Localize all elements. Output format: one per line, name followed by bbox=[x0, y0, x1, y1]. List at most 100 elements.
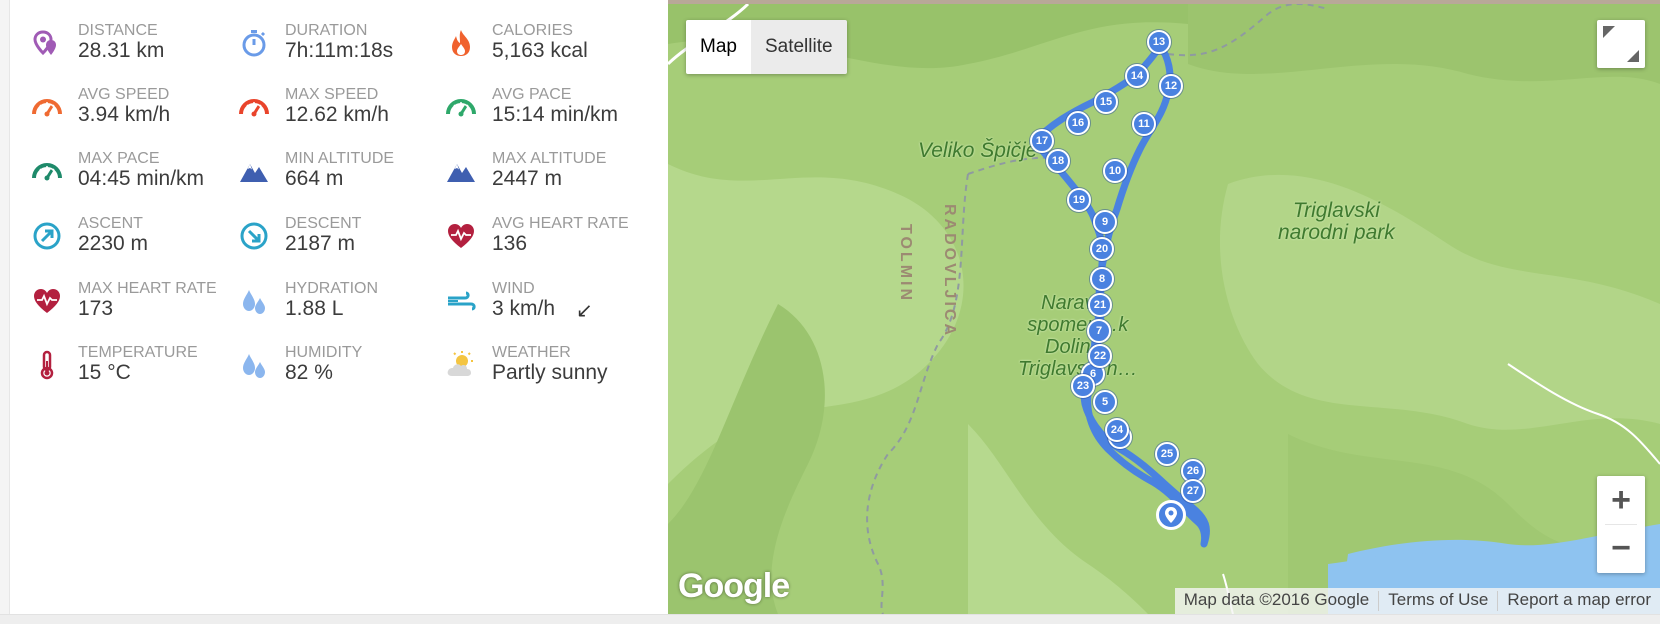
speedometer-icon bbox=[30, 90, 64, 124]
google-logo[interactable]: Google bbox=[678, 567, 790, 606]
zoom-control: + − bbox=[1597, 476, 1645, 573]
stat-label: MAX HEART RATE bbox=[78, 280, 217, 297]
zoom-divider bbox=[1605, 524, 1637, 525]
route-waypoint-marker[interactable]: 16 bbox=[1066, 111, 1090, 135]
stat-label: HYDRATION bbox=[285, 280, 379, 297]
activity-summary-page: DISTANCE 28.31 km DURATION 7h:11m:18s CALORI… bbox=[0, 0, 1660, 624]
route-waypoint-marker[interactable]: 13 bbox=[1147, 30, 1171, 54]
speedometer-icon bbox=[444, 90, 478, 124]
stat-value: 173 bbox=[78, 297, 114, 320]
start-marker[interactable] bbox=[1156, 500, 1186, 530]
stat-value: 7h:11m:18s bbox=[285, 39, 394, 62]
report-map-error-link[interactable]: Report a map error bbox=[1498, 588, 1660, 614]
route-waypoint-marker[interactable]: 19 bbox=[1067, 188, 1091, 212]
route-waypoint-marker[interactable]: 21 bbox=[1088, 293, 1112, 317]
terms-of-use-link[interactable]: Terms of Use bbox=[1379, 588, 1497, 614]
stat-label: HUMIDITY bbox=[285, 344, 363, 361]
stat-label: TEMPERATURE bbox=[78, 344, 198, 361]
stat-value: 3 km/h bbox=[492, 297, 556, 320]
mountain-icon bbox=[444, 154, 478, 188]
map-label-reserve: Narav… spomen…k Dolin… Triglavs…n… bbox=[1018, 292, 1138, 380]
stat-label: MAX SPEED bbox=[285, 86, 379, 103]
wind-direction-arrow-icon: ↙ bbox=[576, 300, 593, 322]
stat-label: AVG SPEED bbox=[78, 86, 170, 103]
stat-value: 2447 m bbox=[492, 167, 563, 190]
heart-rate-icon bbox=[444, 219, 478, 253]
stat-label: AVG HEART RATE bbox=[492, 215, 629, 232]
stat-value: 82 % bbox=[285, 361, 333, 384]
stat-label: AVG PACE bbox=[492, 86, 572, 103]
stat-value: 12.62 km/h bbox=[285, 103, 389, 126]
water-drops-icon bbox=[237, 284, 271, 318]
stat-value: 04:45 min/km bbox=[78, 167, 205, 190]
route-waypoint-marker[interactable]: 18 bbox=[1046, 149, 1070, 173]
map-type-map-button[interactable]: Map bbox=[686, 20, 751, 74]
map-type-satellite-button[interactable]: Satellite bbox=[750, 20, 847, 74]
bottom-page-strip bbox=[0, 614, 1660, 624]
descent-arrow-icon bbox=[237, 219, 271, 253]
stat-label: DESCENT bbox=[285, 215, 362, 232]
partly-sunny-icon bbox=[444, 348, 478, 382]
stat-label: MIN ALTITUDE bbox=[285, 150, 395, 167]
route-waypoint-marker[interactable]: 5 bbox=[1093, 390, 1117, 414]
stat-value: 2230 m bbox=[78, 232, 149, 255]
stat-label: DURATION bbox=[285, 22, 368, 39]
route-waypoint-marker[interactable]: 17 bbox=[1030, 129, 1054, 153]
thermometer-icon bbox=[30, 348, 64, 382]
map-data-credit: Map data ©2016 Google bbox=[1183, 590, 1370, 609]
map-label-park: Triglavski narodni park bbox=[1278, 199, 1395, 244]
route-waypoint-marker[interactable]: 10 bbox=[1103, 159, 1127, 183]
route-waypoint-marker[interactable]: 7 bbox=[1087, 319, 1111, 343]
ascent-arrow-icon bbox=[30, 219, 64, 253]
zoom-out-button[interactable]: − bbox=[1597, 524, 1645, 572]
heart-rate-icon bbox=[30, 284, 64, 318]
stat-label: WEATHER bbox=[492, 344, 571, 361]
map-attribution-bar: Map data ©2016 Google Terms of Use Repor… bbox=[1174, 588, 1660, 614]
stat-value: 2187 m bbox=[285, 232, 356, 255]
stopwatch-icon bbox=[237, 26, 271, 60]
route-waypoint-marker[interactable]: 12 bbox=[1159, 74, 1183, 98]
stat-value: 5,163 kcal bbox=[492, 39, 588, 62]
stat-label: CALORIES bbox=[492, 22, 573, 39]
route-map[interactable]: Map Satellite Veliko Špičje Triglavski n… bbox=[668, 4, 1660, 614]
speedometer-icon bbox=[237, 90, 271, 124]
stat-value: 15 °C bbox=[78, 361, 131, 384]
stat-value: 15:14 min/km bbox=[492, 103, 619, 126]
route-waypoint-marker[interactable]: 25 bbox=[1155, 442, 1179, 466]
map-type-toggle: Map Satellite bbox=[686, 20, 847, 74]
location-pin-icon bbox=[1165, 507, 1177, 523]
route-waypoint-marker[interactable]: 11 bbox=[1132, 112, 1156, 136]
map-label-tolmin: TOLMIN bbox=[897, 224, 914, 304]
stat-label: DISTANCE bbox=[78, 22, 158, 39]
flame-icon bbox=[444, 26, 478, 60]
route-waypoint-marker[interactable]: 22 bbox=[1088, 344, 1112, 368]
zoom-in-button[interactable]: + bbox=[1597, 476, 1645, 524]
map-label-radovljica: RADOVLJICA bbox=[941, 204, 958, 339]
stat-label: ASCENT bbox=[78, 215, 143, 232]
route-waypoint-marker[interactable]: 20 bbox=[1090, 237, 1114, 261]
fullscreen-icon bbox=[1603, 26, 1639, 62]
stat-value: 3.94 km/h bbox=[78, 103, 171, 126]
map-label-peak: Veliko Špičje bbox=[918, 139, 1038, 162]
speedometer-icon bbox=[30, 154, 64, 188]
route-waypoint-marker[interactable]: 15 bbox=[1094, 90, 1118, 114]
stat-value: 136 bbox=[492, 232, 528, 255]
stat-value: 1.88 L bbox=[285, 297, 344, 320]
route-waypoint-marker[interactable]: 14 bbox=[1125, 64, 1149, 88]
stats-panel: DISTANCE 28.31 km DURATION 7h:11m:18s CALORI… bbox=[10, 0, 668, 614]
wind-icon bbox=[444, 284, 478, 318]
route-waypoint-marker[interactable]: 9 bbox=[1093, 210, 1117, 234]
route-waypoint-marker[interactable]: 8 bbox=[1090, 267, 1114, 291]
stat-label: MAX PACE bbox=[78, 150, 160, 167]
route-waypoint-marker[interactable]: 24 bbox=[1105, 418, 1129, 442]
route-waypoint-marker[interactable]: 23 bbox=[1071, 374, 1095, 398]
water-drops-icon bbox=[237, 348, 271, 382]
stat-value: 664 m bbox=[285, 167, 344, 190]
stat-label: MAX ALTITUDE bbox=[492, 150, 607, 167]
distance-pin-icon bbox=[30, 26, 64, 60]
mountain-icon bbox=[237, 154, 271, 188]
fullscreen-button[interactable] bbox=[1597, 20, 1645, 68]
stat-value: Partly sunny bbox=[492, 361, 608, 384]
stat-value: 28.31 km bbox=[78, 39, 165, 62]
route-waypoint-marker[interactable]: 27 bbox=[1181, 479, 1205, 503]
